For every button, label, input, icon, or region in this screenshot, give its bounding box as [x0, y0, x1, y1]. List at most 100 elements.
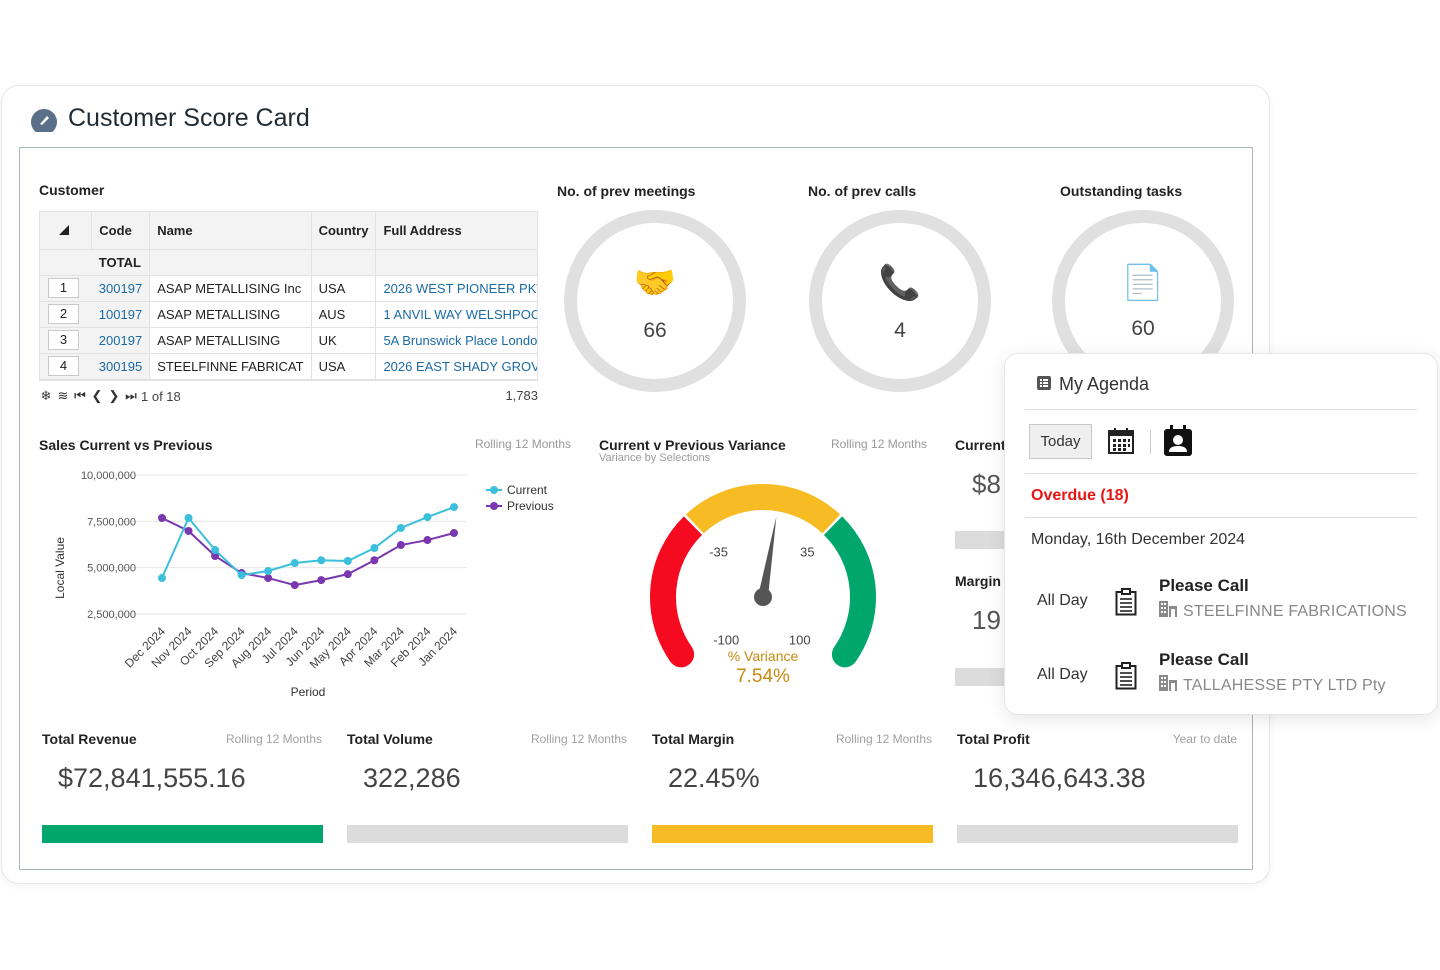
chart-legend: Current Previous [486, 482, 554, 514]
gauge-needle [758, 516, 777, 598]
customer-code-link[interactable]: 200197 [91, 327, 151, 354]
customer-address-link[interactable]: 2026 WEST PIONEER PKWY [375, 275, 537, 302]
agenda-date: Monday, 16th December 2024 [1031, 531, 1246, 548]
last-page-icon[interactable]: ⏭ [124, 388, 138, 404]
agenda-item-company[interactable]: TALLAHESSE PTY LTD Pty [1159, 675, 1386, 696]
data-point-current [264, 567, 273, 576]
table-row[interactable]: 1 300197 ASAP METALLISING Inc USA 2026 W… [40, 275, 537, 302]
data-point-current [237, 571, 246, 580]
gauge-band [650, 516, 703, 662]
telephone-icon: 📞 [878, 264, 922, 302]
building-icon [1159, 675, 1177, 696]
data-point-previous [450, 529, 458, 538]
total-label: TOTAL [91, 249, 151, 276]
agenda-item-company[interactable]: STEELFINNE FABRICATIONS [1159, 601, 1407, 622]
current-kpi-label: Current [955, 437, 1006, 453]
customer-code-link[interactable]: 300197 [91, 275, 151, 302]
data-point-previous [423, 536, 432, 545]
column-header-address[interactable]: Full Address [375, 212, 537, 250]
kpi-period-profit: Year to date [1172, 732, 1237, 746]
legend-swatch-current [486, 485, 502, 495]
customer-country: AUS [311, 301, 377, 328]
building-icon [1159, 601, 1177, 622]
customer-address-link[interactable]: 2026 EAST SHADY GROVE R [375, 353, 537, 380]
table-row[interactable]: 3 200197 ASAP METALLISING UK 5A Brunswic… [40, 327, 537, 354]
agenda-item[interactable]: All Day Please Call TALLAHESSE PTY LTD P… [1005, 650, 1437, 710]
layers-icon[interactable]: ≋ [56, 388, 70, 404]
kpi-period-revenue: Rolling 12 Months [225, 732, 322, 746]
data-point-current [158, 574, 166, 583]
divider [1025, 409, 1417, 410]
customer-section-label: Customer [39, 182, 105, 198]
sales-line-chart: 2,500,000 5,000,000 7,500,000 10,000,000 Loc… [53, 470, 467, 699]
data-point-previous [158, 513, 166, 522]
y-tick-label: 5,000,000 [87, 563, 136, 575]
clipboard-icon [1115, 588, 1137, 621]
variance-title: Current v Previous Variance [599, 437, 786, 453]
legend-item-current[interactable]: Current [486, 482, 554, 498]
variance-gauge: -100 -35 35 100 [650, 484, 876, 668]
table-row[interactable]: 2 100197 ASAP METALLISING AUS 1 ANVIL WA… [40, 301, 537, 328]
customer-address-link[interactable]: 1 ANVIL WAY WELSHPOOL ... [375, 301, 537, 328]
data-point-previous [317, 576, 326, 585]
overdue-link[interactable]: Overdue (18) [1031, 487, 1129, 505]
row-index[interactable]: 2 [48, 304, 79, 324]
meetings-label: No. of prev meetings [557, 183, 696, 199]
next-page-icon[interactable]: ❯ [107, 388, 121, 404]
kpi-bar-revenue [42, 825, 323, 843]
row-index[interactable]: 4 [48, 356, 79, 376]
data-point-previous [264, 574, 273, 583]
data-point-current [184, 513, 193, 522]
column-header-name[interactable]: Name [149, 212, 312, 250]
record-count: 1,783 [505, 388, 538, 403]
customer-table: Code Name Country Full Address TOTAL 1 3… [39, 211, 538, 381]
column-header-code[interactable]: Code [91, 212, 151, 250]
variance-period: Rolling 12 Months [831, 437, 928, 451]
kpi-bar-volume [347, 825, 628, 843]
sort-column-header[interactable] [40, 212, 93, 250]
customer-address-link[interactable]: 5A Brunswick Place London U [375, 327, 537, 354]
gauge-tick-label: -35 [709, 544, 728, 559]
gauge-band-cap [831, 641, 858, 668]
contact-calendar-icon[interactable] [1163, 425, 1193, 462]
x-axis-label: Period [291, 685, 326, 699]
gauge-needle-hub [754, 588, 772, 606]
data-point-previous [370, 556, 379, 565]
kpi-period-volume: Rolling 12 Months [530, 732, 627, 746]
kpi-title-revenue: Total Revenue [42, 731, 137, 747]
customer-name: ASAP METALLISING [149, 327, 312, 354]
customer-country: UK [311, 327, 377, 354]
prev-page-icon[interactable]: ❮ [90, 388, 104, 404]
calls-count: 4 [894, 319, 906, 342]
calendar-icon[interactable] [1107, 427, 1135, 460]
row-index[interactable]: 1 [48, 278, 79, 298]
kpi-value-volume: 322,286 [363, 763, 461, 793]
table-row[interactable]: 4 300195 STEELFINNE FABRICAT USA 2026 EA… [40, 353, 537, 380]
margin-kpi-label: Margin [955, 573, 1001, 589]
column-header-country[interactable]: Country [311, 212, 377, 250]
document-icon: 📄 [1121, 264, 1165, 302]
gauge-band [823, 516, 876, 662]
gauge-band [685, 484, 841, 534]
kpi-value-revenue: $72,841,555.16 [58, 763, 246, 793]
kpi-title-margin: Total Margin [652, 731, 735, 747]
data-point-current [290, 559, 299, 568]
calls-ring[interactable]: 📞 4 [809, 210, 991, 392]
sales-chart-period: Rolling 12 Months [475, 437, 572, 451]
today-button[interactable]: Today [1029, 424, 1092, 459]
freeze-icon[interactable]: ❄ [39, 388, 53, 404]
agenda-item[interactable]: All Day Please Call STEELFINNE FABRICATI… [1005, 576, 1437, 636]
legend-item-previous[interactable]: Previous [486, 498, 554, 514]
meetings-ring[interactable]: 🤝 66 [564, 210, 746, 392]
first-page-icon[interactable]: ⏮ [73, 388, 87, 404]
kpi-bar-margin [652, 825, 933, 843]
agenda-item-title: Please Call [1159, 576, 1249, 595]
row-index[interactable]: 3 [48, 330, 79, 350]
legend-label-current: Current [507, 483, 548, 497]
divider [1025, 517, 1417, 518]
customer-code-link[interactable]: 300195 [91, 353, 151, 380]
data-point-previous [184, 526, 193, 535]
customer-code-link[interactable]: 100197 [91, 301, 151, 328]
y-tick-label: 2,500,000 [87, 609, 136, 621]
series-line-previous [161, 517, 455, 587]
